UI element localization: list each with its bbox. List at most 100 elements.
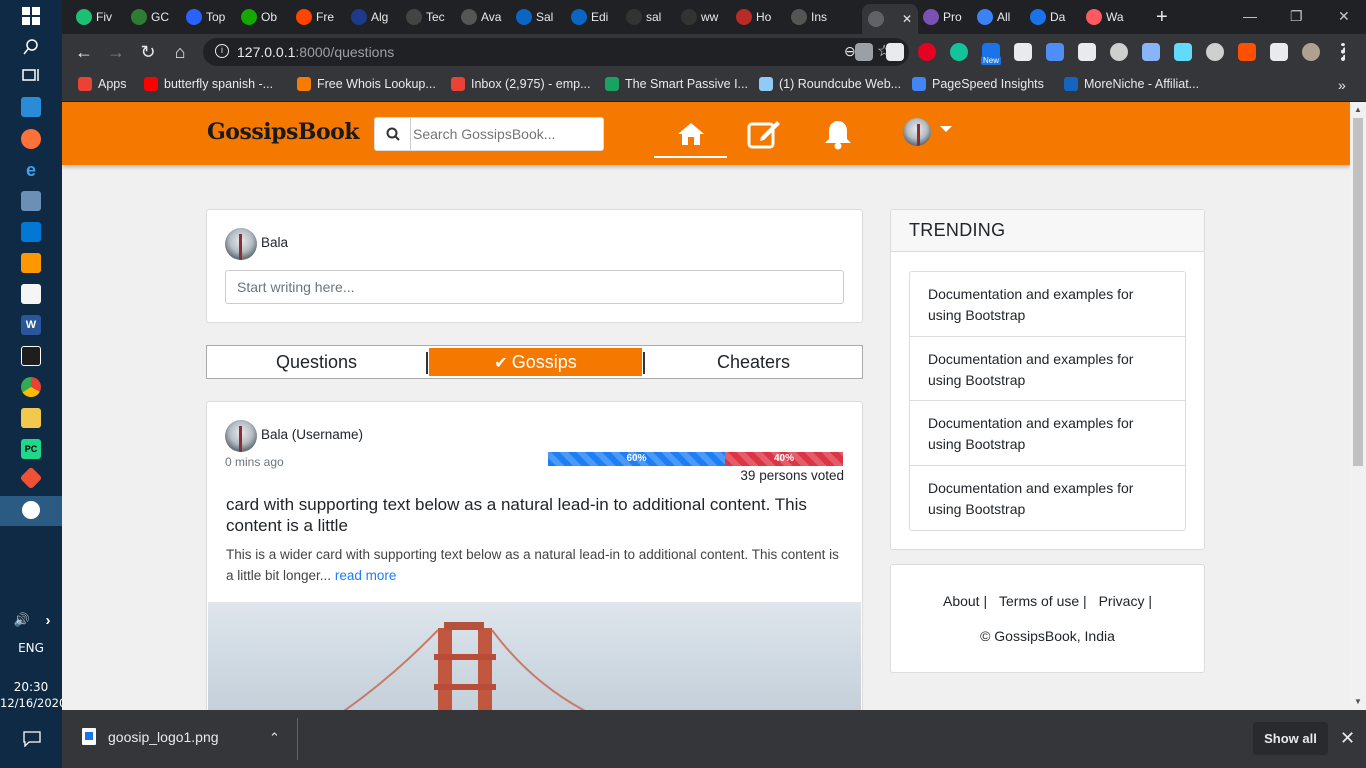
browser-tab[interactable]: ww <box>681 6 731 28</box>
browser-tab-active[interactable]: ✕ <box>862 4 918 34</box>
restore-icon[interactable]: ❐ <box>1290 8 1303 25</box>
browser-tab[interactable]: Ob <box>241 6 291 28</box>
home-icon[interactable] <box>675 118 707 150</box>
start-writing-input[interactable]: Start writing here... <box>225 270 844 304</box>
address-bar[interactable]: i 127.0.0.1:8000/questions ⊖ ☆ <box>203 38 909 66</box>
terms-link[interactable]: Terms of use | <box>999 593 1087 609</box>
browser-tab[interactable]: Pro <box>923 6 973 28</box>
volume-icon[interactable]: 🔊 <box>12 610 32 630</box>
list-item[interactable]: Documentation and examples for using Boo… <box>910 401 1185 466</box>
browser-tab[interactable]: GC <box>131 6 181 28</box>
browser-tab[interactable]: All <box>977 6 1027 28</box>
browser-tab[interactable]: Fiv <box>76 6 126 28</box>
language-indicator[interactable]: ENG <box>0 641 62 655</box>
browser-tab[interactable]: sal <box>626 6 676 28</box>
home-icon[interactable]: ⌂ <box>168 40 192 64</box>
bookmark-item[interactable]: (1) Roundcube Web... <box>759 77 901 91</box>
search-icon[interactable] <box>21 37 41 57</box>
git-icon[interactable] <box>19 466 43 490</box>
chrome-icon[interactable] <box>21 377 41 397</box>
scroll-thumb[interactable] <box>1353 118 1363 466</box>
about-link[interactable]: About | <box>943 593 987 609</box>
site-logo[interactable]: GossipsBook <box>207 119 360 145</box>
target-icon[interactable] <box>1206 43 1224 61</box>
post-title[interactable]: card with supporting text below as a nat… <box>226 494 846 536</box>
app-icon[interactable] <box>21 191 41 211</box>
browser-tab[interactable]: Alg <box>351 6 401 28</box>
browser-tab[interactable]: Fre <box>296 6 346 28</box>
code-icon[interactable] <box>1142 43 1160 61</box>
bell-icon[interactable] <box>822 118 854 150</box>
sublime-icon[interactable] <box>21 253 41 273</box>
list-item[interactable]: Documentation and examples for using Boo… <box>910 337 1185 401</box>
reload-icon[interactable]: ↻ <box>136 40 160 64</box>
clock-time[interactable]: 20:30 <box>0 680 62 694</box>
read-more-link[interactable]: read more <box>335 568 397 583</box>
back-icon[interactable]: ← <box>72 40 96 64</box>
search-icon[interactable] <box>375 118 411 150</box>
browser-tab[interactable]: Ava <box>461 6 511 28</box>
ublock-icon[interactable] <box>1238 43 1256 61</box>
close-icon[interactable]: ✕ <box>1340 728 1355 749</box>
ghost-icon[interactable] <box>1110 43 1128 61</box>
check-icon[interactable] <box>1078 43 1096 61</box>
react-icon[interactable] <box>1174 43 1192 61</box>
profile-avatar-icon[interactable] <box>1302 43 1320 61</box>
close-tab-icon[interactable]: ✕ <box>902 12 912 26</box>
file-explorer-icon[interactable] <box>21 408 41 428</box>
vscode-icon[interactable] <box>21 222 41 242</box>
scroll-up-icon[interactable]: ▲ <box>1354 105 1362 114</box>
privacy-link[interactable]: Privacy | <box>1099 593 1152 609</box>
new-tab-icon[interactable]: + <box>1156 6 1168 28</box>
browser-tab[interactable]: Top <box>186 6 236 28</box>
forward-icon[interactable]: → <box>104 40 128 64</box>
extension-s-icon[interactable] <box>1014 43 1032 61</box>
photos-icon[interactable] <box>22 501 40 519</box>
browser-tab[interactable]: Wa <box>1086 6 1136 28</box>
browser-tab[interactable]: Edi <box>571 6 621 28</box>
browser-tab[interactable]: Ho <box>736 6 786 28</box>
notepad-icon[interactable] <box>21 284 41 304</box>
notifications-icon[interactable] <box>22 729 42 749</box>
zoom-icon[interactable]: ⊖ <box>844 43 856 60</box>
chevron-up-icon[interactable]: ⌃ <box>269 730 280 746</box>
browser-tab[interactable]: Sal <box>516 6 566 28</box>
list-item[interactable]: Documentation and examples for using Boo… <box>910 272 1185 337</box>
bookmark-item[interactable]: MoreNiche - Affiliat... <box>1064 77 1199 91</box>
download-icon[interactable] <box>855 43 873 61</box>
grammarly-icon[interactable] <box>950 43 968 61</box>
page-scrollbar[interactable]: ▲ ▼ <box>1350 102 1366 710</box>
download-item[interactable]: goosip_logo1.png <box>82 728 219 745</box>
firefox-icon[interactable] <box>21 129 41 149</box>
avatar[interactable] <box>225 420 257 452</box>
word-icon[interactable]: W <box>21 315 41 335</box>
edge-icon[interactable]: e <box>21 160 41 180</box>
puzzle-icon[interactable] <box>1270 43 1288 61</box>
profile-avatar[interactable] <box>903 118 931 146</box>
minimize-icon[interactable]: — <box>1243 8 1257 24</box>
bookmark-item[interactable]: butterfly spanish -... <box>144 77 273 91</box>
close-window-icon[interactable]: ✕ <box>1338 8 1350 25</box>
post-username[interactable]: Bala (Username) <box>261 427 363 442</box>
clock-date[interactable]: 12/16/2020 <box>0 696 66 710</box>
tab-gossips[interactable]: ✔ Gossips <box>429 348 642 376</box>
bookmarks-more-icon[interactable]: » <box>1338 77 1346 93</box>
post-image[interactable] <box>208 602 861 710</box>
apps-shortcut[interactable]: Apps <box>78 77 127 91</box>
url-text[interactable]: 127.0.0.1:8000/questions <box>237 44 394 60</box>
browser-tab[interactable]: Tec <box>406 6 456 28</box>
list-item[interactable]: Documentation and examples for using Boo… <box>910 466 1185 531</box>
pycharm-icon[interactable]: PC <box>21 439 41 459</box>
caret-down-icon[interactable] <box>940 126 952 132</box>
bookmark-item[interactable]: PageSpeed Insights <box>912 77 1044 91</box>
windows-start-icon[interactable] <box>21 6 41 26</box>
bookmark-item[interactable]: Free Whois Lookup... <box>297 77 436 91</box>
edit-icon[interactable] <box>746 118 782 150</box>
scroll-down-icon[interactable]: ▼ <box>1354 697 1362 706</box>
site-info-icon[interactable]: i <box>215 44 229 58</box>
task-view-icon[interactable] <box>21 65 41 85</box>
pinterest-icon[interactable] <box>918 43 936 61</box>
eyedropper-icon[interactable] <box>886 43 904 61</box>
more-menu-icon[interactable] <box>1341 43 1345 61</box>
bookmark-item[interactable]: The Smart Passive I... <box>605 77 748 91</box>
